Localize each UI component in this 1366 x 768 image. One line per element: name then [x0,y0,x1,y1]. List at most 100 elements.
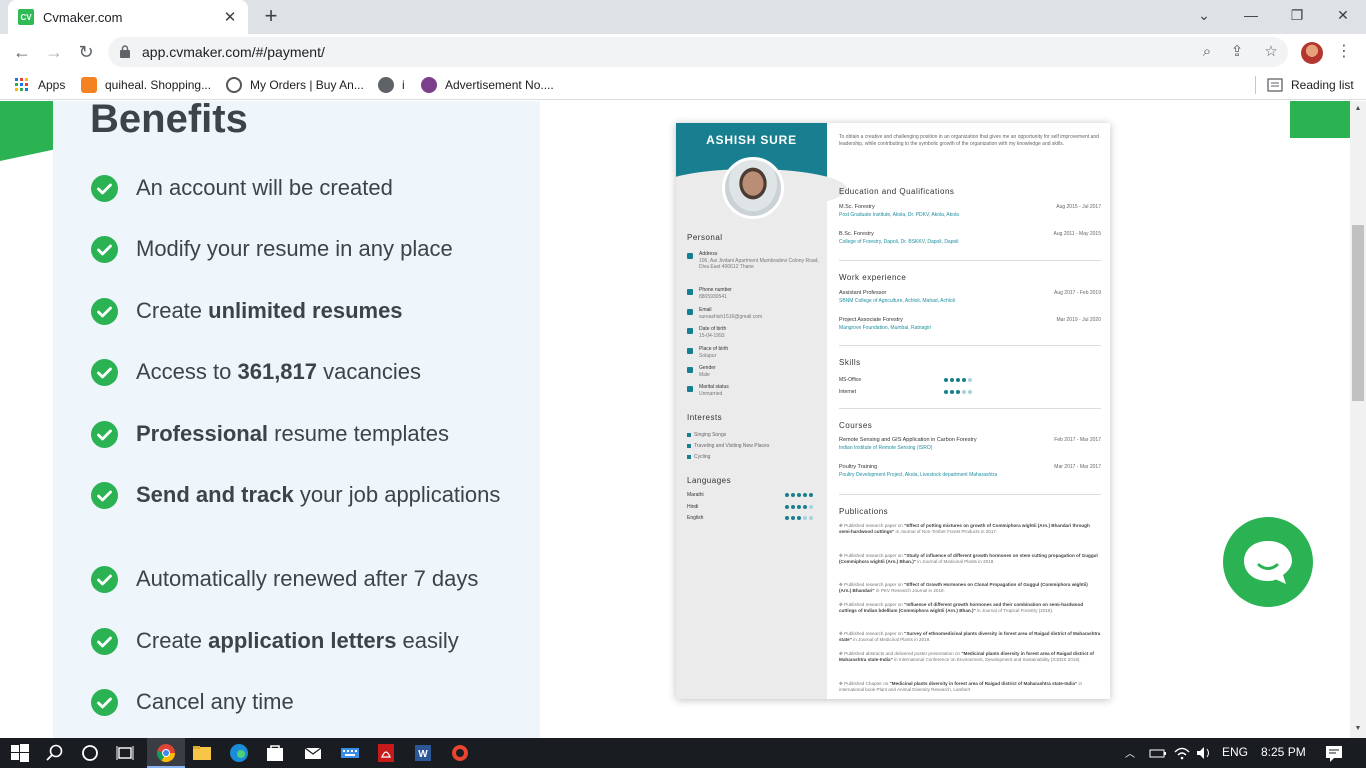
rating-dots [944,390,972,394]
personal-info-icon [687,348,693,354]
scrollbar-thumb[interactable] [1352,225,1364,401]
page-viewport: Benefits An account will be created Modif… [0,101,1350,738]
address-bar[interactable]: app.cvmaker.com/#/payment/ ⌕ ⇪ ☆ [108,37,1288,67]
edge-icon[interactable] [229,743,249,763]
rating-dot-empty [809,504,813,509]
acrobat-icon[interactable] [376,743,396,763]
language-indicator[interactable]: ENG [1222,745,1248,759]
benefit-text-plain: Create [136,628,209,653]
back-button[interactable]: ← [10,40,34,64]
benefits-title: Benefits [90,101,248,141]
resume-main: To obtain a creative and challenging pos… [827,123,1110,699]
rating-dot-filled [962,378,966,382]
personal-info-item: Email sureashish1516@gmail.com [687,307,823,320]
personal-info-label: Marital status [699,384,729,390]
cortana-icon[interactable] [80,743,100,763]
rating-dot-filled [944,378,948,382]
personal-info-label: Phone number [699,287,732,293]
personal-info-item: Marital status Unmarried [687,384,823,397]
rating-dot-filled [956,378,960,382]
personal-info-text: Marital status Unmarried [699,384,729,397]
new-tab-button[interactable]: + [260,4,282,28]
search-icon[interactable] [45,743,65,763]
bookmark-label: quiheal. Shopping... [105,78,212,92]
interest-item: Singing Songs [687,432,726,438]
bookmark-label: i [402,78,405,92]
advert-icon [421,77,437,93]
work-entry: Assistant Professor SBNM College of Agric… [839,290,1101,310]
page-scrollbar[interactable] [1350,101,1366,738]
minimize-button[interactable]: — [1228,0,1274,30]
show-hidden-icons[interactable]: ︿ [1125,745,1135,760]
mail-icon[interactable] [303,743,323,763]
benefit-text-plain: An account will be created [136,175,393,200]
restore-button[interactable]: ❐ [1274,0,1320,30]
forward-button[interactable]: → [42,40,66,64]
course-entry-subtitle: Poultry Development Project, Akola, Live… [839,472,998,478]
check-circle-icon [91,359,118,386]
app-taskbar-icon[interactable] [450,743,470,763]
benefit-text-plain: Access to [136,359,238,384]
notifications-icon[interactable] [1324,743,1344,763]
bookmark-my-orders[interactable]: My Orders | Buy An... [226,76,364,94]
volume-icon[interactable] [1194,743,1214,763]
word-icon[interactable]: W [413,743,433,763]
store-icon[interactable] [265,743,285,763]
personal-info-icon [687,289,693,295]
chat-button[interactable] [1223,517,1313,607]
close-tab-icon[interactable]: ✕ [222,8,238,26]
rating-dot-empty [968,378,972,382]
benefit-item: Send and track your job applications [91,482,511,510]
education-entry-date: Aug 2015 - Jul 2017 [1056,204,1101,210]
benefit-text-plain: resume templates [268,421,450,446]
benefit-text: Access to 361,817 vacancies [136,357,421,387]
scroll-down-arrow-icon[interactable]: ▼ [1350,722,1366,736]
course-entry: Remote Sensing and GIS Application in Ca… [839,437,1101,457]
publication-text: in Journal of Medicinal Plants in 2018. [915,559,995,565]
battery-icon[interactable] [1148,743,1168,763]
work-entry-date: Mar 2019 - Jul 2020 [1056,317,1101,323]
section-divider [839,408,1101,409]
chrome-taskbar-icon[interactable] [156,743,176,763]
benefit-text-bold: 361,817 [237,359,318,384]
browser-toolbar: ← → ↻ app.cvmaker.com/#/payment/ ⌕ ⇪ ☆ [0,34,1366,70]
benefit-item: Create application letters easily [91,628,511,656]
benefit-text-plain: vacancies [317,359,421,384]
tab-search-chevron-icon[interactable]: ⌄ [1181,0,1227,30]
benefit-item: Modify your resume in any place [91,236,511,264]
share-icon[interactable]: ⇪ [1228,43,1246,61]
education-entry-subtitle: College of Forestry, Dapoli, Dr. BSKKV, … [839,239,959,245]
chrome-menu-icon[interactable]: ⋮ [1336,41,1352,63]
course-entry-date: Feb 2017 - Mar 2017 [1054,437,1101,443]
windows-taskbar: W ︿ ENG 8:25 PM [0,738,1366,768]
personal-info-text: Date of birth 15-04-1993 [699,326,726,339]
zoom-icon[interactable]: ⌕ [1198,43,1216,61]
benefit-text: Modify your resume in any place [136,234,453,264]
keyboard-app-icon[interactable] [340,743,360,763]
rating-dot-filled [956,390,960,394]
bookmark-apps[interactable]: Apps [14,76,65,94]
rating-dot-filled [785,504,789,509]
wifi-icon[interactable] [1172,743,1192,763]
task-view-icon[interactable] [115,743,135,763]
publication-text: in International Conference on Environme… [892,657,1081,663]
resume-name: ASHISH SURE [706,133,797,147]
bookmark-star-icon[interactable]: ☆ [1262,43,1280,61]
close-window-button[interactable]: ✕ [1320,0,1366,30]
reload-button[interactable]: ↻ [74,40,98,64]
profile-avatar[interactable] [1301,42,1323,64]
check-circle-icon [91,482,118,509]
windows-start-icon[interactable] [10,743,30,763]
resume-summary: To obtain a creative and challenging pos… [839,134,1099,147]
personal-info-item: Gender Male [687,365,823,378]
file-explorer-icon[interactable] [192,743,212,763]
clock[interactable]: 8:25 PM [1261,745,1306,759]
reading-list-button[interactable]: Reading list [1267,76,1354,94]
browser-tab[interactable]: CV Cvmaker.com ✕ [8,0,248,34]
scroll-up-arrow-icon[interactable]: ▲ [1350,102,1366,116]
bookmark-advertisement[interactable]: Advertisement No.... [421,76,554,94]
bookmark-quiheal[interactable]: quiheal. Shopping... [81,76,211,94]
bookmark-i[interactable]: i [378,76,405,94]
personal-info-label: Place of birth [699,346,729,352]
personal-info-text: Gender Male [699,365,716,378]
